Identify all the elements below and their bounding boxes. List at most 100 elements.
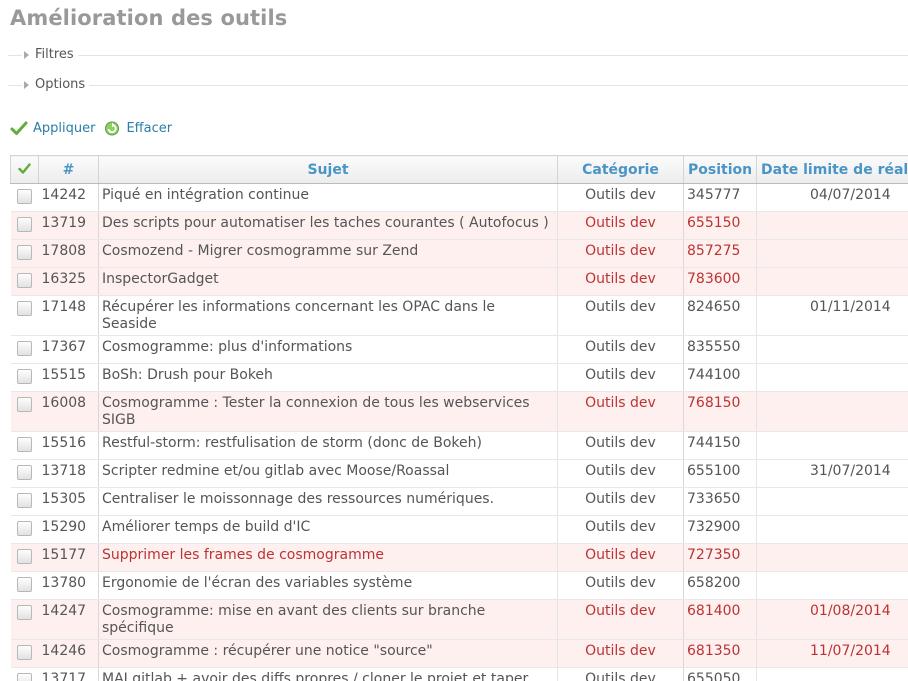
issue-due-date (756, 211, 908, 240)
table-row[interactable]: 13780 Ergonomie de l'écran des variables … (10, 571, 908, 600)
issue-id[interactable]: 13780 (38, 571, 99, 600)
issue-subject[interactable]: Cosmogramme : Tester la connexion de tou… (98, 391, 558, 432)
issue-subject[interactable]: Cosmogramme: plus d'informations (98, 335, 558, 364)
row-checkbox-cell (10, 459, 39, 488)
issue-id[interactable]: 15515 (38, 363, 99, 392)
issue-position: 744100 (683, 363, 757, 392)
column-header-id[interactable]: # (38, 155, 99, 184)
table-row[interactable]: 14247 Cosmogramme: mise en avant des clie… (10, 599, 908, 640)
column-header-position[interactable]: Position (683, 155, 757, 184)
table-row[interactable]: 16325 InspectorGadget Outils dev 783600 (10, 267, 908, 296)
apply-label: Appliquer (33, 120, 96, 136)
issue-subject[interactable]: Piqué en intégration continue (98, 183, 558, 212)
row-checkbox[interactable] (17, 341, 32, 356)
issue-id[interactable]: 14246 (38, 639, 99, 668)
column-header-category[interactable]: Catégorie (557, 155, 684, 184)
options-label: Options (35, 77, 86, 92)
issue-subject[interactable]: Scripter redmine et/ou gitlab avec Moose… (98, 459, 558, 488)
issue-subject[interactable]: MAJ gitlab + avoir des diffs propres / c… (98, 667, 558, 681)
issue-position: 733650 (683, 487, 757, 516)
clear-button[interactable]: Effacer (103, 120, 172, 136)
table-row[interactable]: 15177 Supprimer les frames de cosmogramme… (10, 543, 908, 572)
issue-id[interactable]: 14242 (38, 183, 99, 212)
table-row[interactable]: 17808 Cosmozend - Migrer cosmogramme sur … (10, 239, 908, 268)
issue-id[interactable]: 17808 (38, 239, 99, 268)
table-row[interactable]: 13719 Des scripts pour automatiser les ta… (10, 211, 908, 240)
row-checkbox-cell (10, 599, 39, 640)
issue-subject[interactable]: Des scripts pour automatiser les taches … (98, 211, 558, 240)
apply-button[interactable]: Appliquer (10, 120, 95, 136)
issue-id[interactable]: 15177 (38, 543, 99, 572)
table-row[interactable]: 15290 Améliorer temps de build d'IC Outils… (10, 515, 908, 544)
issue-due-date (756, 571, 908, 600)
issue-position: 655050 (683, 667, 757, 681)
reload-icon (105, 121, 120, 136)
row-checkbox[interactable] (17, 605, 32, 620)
issue-id[interactable]: 17148 (38, 295, 99, 336)
query-actions: Appliquer Effacer (10, 120, 172, 136)
table-row[interactable]: 15305 Centraliser le moissonnage des ress… (10, 487, 908, 516)
issue-subject[interactable]: Améliorer temps de build d'IC (98, 515, 558, 544)
row-checkbox[interactable] (17, 437, 32, 452)
issue-subject[interactable]: Supprimer les frames de cosmogramme (98, 543, 558, 572)
issue-id[interactable]: 13719 (38, 211, 99, 240)
column-header-due-date[interactable]: Date limite de réalis (756, 155, 908, 184)
issue-id[interactable]: 17367 (38, 335, 99, 364)
issues-list: # Sujet Catégorie Position Date limite d… (10, 155, 908, 681)
issue-id[interactable]: 14247 (38, 599, 99, 640)
filters-toggle[interactable]: Filtres (22, 47, 78, 62)
table-row[interactable]: 14242 Piqué en intégration continue Outils… (10, 183, 908, 212)
issue-id[interactable]: 15516 (38, 431, 99, 460)
row-checkbox[interactable] (17, 549, 32, 564)
row-checkbox[interactable] (17, 245, 32, 260)
issue-position: 824650 (683, 295, 757, 336)
table-row[interactable]: 14246 Cosmogramme : récupérer une notice … (10, 639, 908, 668)
issue-position: 857275 (683, 239, 757, 268)
table-row[interactable]: 17148 Récupérer les informations concerna… (10, 295, 908, 336)
issue-id[interactable]: 13717 (38, 667, 99, 681)
row-checkbox[interactable] (17, 493, 32, 508)
issue-id[interactable]: 16008 (38, 391, 99, 432)
issue-subject[interactable]: Cosmogramme : récupérer une notice "sour… (98, 639, 558, 668)
table-row[interactable]: 13717 MAJ gitlab + avoir des diffs propre… (10, 667, 908, 681)
issue-subject[interactable]: InspectorGadget (98, 267, 558, 296)
table-row[interactable]: 15516 Restful-storm: restfulisation de st… (10, 431, 908, 460)
row-checkbox[interactable] (17, 189, 32, 204)
row-checkbox[interactable] (17, 645, 32, 660)
issue-due-date: 04/07/2014 (756, 183, 908, 212)
table-row[interactable]: 16008 Cosmogramme : Tester la connexion d… (10, 391, 908, 432)
table-row[interactable]: 15515 BoSh: Drush pour Bokeh Outils dev 744… (10, 363, 908, 392)
column-header-subject[interactable]: Sujet (98, 155, 558, 184)
toggle-all-checkbox[interactable] (10, 155, 39, 184)
issue-subject[interactable]: Cosmozend - Migrer cosmogramme sur Zend (98, 239, 558, 268)
issue-id[interactable]: 15290 (38, 515, 99, 544)
row-checkbox[interactable] (17, 465, 32, 480)
row-checkbox[interactable] (17, 673, 32, 681)
issue-subject[interactable]: Centraliser le moissonnage des ressource… (98, 487, 558, 516)
issue-category: Outils dev (557, 487, 684, 516)
issue-subject[interactable]: Restful-storm: restfulisation de storm (… (98, 431, 558, 460)
issue-id[interactable]: 15305 (38, 487, 99, 516)
row-checkbox[interactable] (17, 521, 32, 536)
row-checkbox[interactable] (17, 301, 32, 316)
table-row[interactable]: 17367 Cosmogramme: plus d'informations Out… (10, 335, 908, 364)
row-checkbox[interactable] (17, 273, 32, 288)
issue-category: Outils dev (557, 515, 684, 544)
row-checkbox-cell (10, 295, 39, 336)
issue-subject[interactable]: BoSh: Drush pour Bokeh (98, 363, 558, 392)
row-checkbox[interactable] (17, 369, 32, 384)
issue-due-date (756, 335, 908, 364)
issue-subject[interactable]: Ergonomie de l'écran des variables systè… (98, 571, 558, 600)
issue-subject[interactable]: Récupérer les informations concernant le… (98, 295, 558, 336)
issue-category: Outils dev (557, 431, 684, 460)
row-checkbox[interactable] (17, 397, 32, 412)
issue-id[interactable]: 13718 (38, 459, 99, 488)
issue-id[interactable]: 16325 (38, 267, 99, 296)
row-checkbox[interactable] (17, 577, 32, 592)
table-row[interactable]: 13718 Scripter redmine et/ou gitlab avec … (10, 459, 908, 488)
row-checkbox-cell (10, 267, 39, 296)
row-checkbox[interactable] (17, 217, 32, 232)
issue-subject[interactable]: Cosmogramme: mise en avant des clients s… (98, 599, 558, 640)
issue-category: Outils dev (557, 459, 684, 488)
options-toggle[interactable]: Options (22, 77, 90, 92)
